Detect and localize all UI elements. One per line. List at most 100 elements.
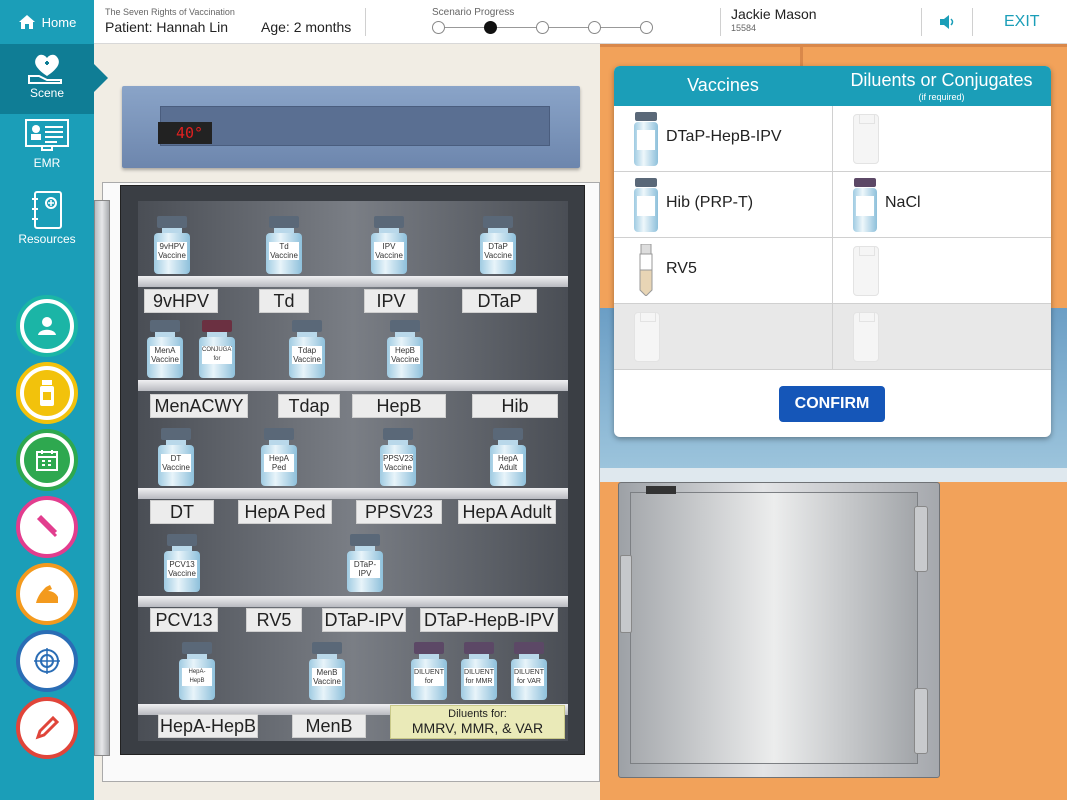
calendar-icon: [24, 437, 70, 483]
vaccine-selection-panel: Vaccines Diluents or Conjugates (if requ…: [614, 66, 1051, 437]
diluents-subheader: (if required): [918, 92, 965, 102]
shelf-label-menacwy: MenACWY: [150, 394, 248, 418]
shelf: [138, 488, 568, 499]
shelf-label-tdap: Tdap: [278, 394, 340, 418]
home-button[interactable]: Home: [0, 0, 94, 44]
vial-icon: [634, 178, 658, 232]
step-ring-schedule[interactable]: [16, 429, 78, 491]
vaccine-vial-pcv13[interactable]: PCV13 Vaccine: [163, 534, 201, 592]
divider: [365, 8, 366, 36]
divider: [720, 8, 721, 36]
exit-button[interactable]: EXIT: [1004, 13, 1040, 31]
shelf-label-ipv: IPV: [364, 289, 418, 313]
divider: [921, 8, 922, 36]
arm-icon: [24, 571, 70, 617]
shelf: [138, 380, 568, 391]
speaker-icon[interactable]: [938, 14, 956, 30]
vaccine-vial-tdap[interactable]: Tdap Vaccine: [288, 320, 326, 378]
shelf-label-ppsv23: PPSV23: [356, 500, 442, 524]
step-ring-vaccine[interactable]: [16, 362, 78, 424]
mini-fridge-hinge: [914, 506, 928, 572]
vaccine-vial-dtap-ipv[interactable]: DTaP-IPVVaccine: [346, 534, 384, 592]
shelf-label-dt: DT: [150, 500, 214, 524]
diluent-vial-var[interactable]: DILUENT for VAR: [510, 642, 548, 700]
vaccine-vial-menacwy[interactable]: MenA Vaccine: [146, 320, 184, 378]
shelf-label-hepb: HepB: [352, 394, 446, 418]
shelf-label-hib: Hib: [472, 394, 558, 418]
sidebar-item-scene[interactable]: Scene: [0, 44, 108, 114]
shelf-label-9vhpv: 9vHPV: [144, 289, 218, 313]
vaccine-vial-dtap[interactable]: DTaP Vaccine: [479, 216, 517, 274]
vaccine-vial-hepa-hepb[interactable]: HepA-HepBVaccine: [178, 642, 216, 700]
empty-vial-icon: [634, 312, 660, 362]
progress-step-current: [484, 21, 497, 34]
sidebar-item-label: EMR: [33, 156, 61, 170]
patient-age: Age: 2 months: [261, 19, 352, 35]
vaccine-vial-menb[interactable]: MenB Vaccine: [308, 642, 346, 700]
progress-label: Scenario Progress: [432, 7, 515, 18]
oral-tube-icon: [639, 244, 653, 296]
panel-header: Vaccines Diluents or Conjugates (if requ…: [614, 66, 1051, 106]
vaccine-slot-label: DTaP-HepB-IPV: [666, 128, 782, 145]
mini-fridge-door[interactable]: [630, 492, 918, 764]
shelf-label-rv5: RV5: [246, 608, 302, 632]
vaccine-vial-ipv[interactable]: IPV Vaccine: [370, 216, 408, 274]
diluent-slot-4[interactable]: [833, 304, 1051, 370]
sidebar-item-emr[interactable]: EMR: [0, 118, 94, 180]
vaccine-vial-hepa-adult[interactable]: HepA Adult: [489, 428, 527, 486]
diluent-vial-mmrv[interactable]: DILUENTfor MMRV: [410, 642, 448, 700]
vaccines-header: Vaccines: [687, 75, 759, 95]
vaccine-slot-3[interactable]: RV5: [614, 238, 832, 304]
progress-step: [640, 21, 653, 34]
step-ring-document[interactable]: [16, 697, 78, 759]
person-icon: [24, 303, 70, 349]
shelf-label-hepa-hepb: HepA-HepB: [158, 714, 258, 738]
sidebar: Home Scene EMR Resources: [0, 0, 108, 800]
counter-edge: [600, 468, 1067, 482]
sidebar-item-label: Resources: [18, 232, 76, 246]
step-ring-dose[interactable]: [16, 496, 78, 558]
confirm-button[interactable]: CONFIRM: [779, 386, 885, 422]
app-subtitle: The Seven Rights of Vaccination: [105, 7, 235, 17]
vaccine-vial-ppsv23[interactable]: PPSV23 Vaccine: [379, 428, 417, 486]
vaccine-vial-dt[interactable]: DT Vaccine: [157, 428, 195, 486]
step-ring-site[interactable]: [16, 563, 78, 625]
shelf-label-menb: MenB: [292, 714, 366, 738]
step-ring-route[interactable]: [16, 630, 78, 692]
progress-step: [536, 21, 549, 34]
diluent-slot-2[interactable]: NaCl: [833, 172, 1051, 238]
divider: [972, 8, 973, 36]
fridge-temperature-display: 40°: [158, 122, 212, 144]
vial-icon: [634, 112, 658, 166]
mini-fridge-hinge: [914, 688, 928, 754]
diluent-vial-mmr[interactable]: DILUENT for MMR: [460, 642, 498, 700]
step-ring-patient[interactable]: [16, 295, 78, 357]
home-icon: [18, 15, 35, 29]
vaccine-vial-9vhpv[interactable]: 9vHPV Vaccine: [153, 216, 191, 274]
mini-fridge-handle[interactable]: [620, 555, 632, 633]
home-label: Home: [41, 14, 77, 30]
shelf-label-hepa-ped: HepA Ped: [238, 500, 332, 524]
sidebar-item-label: Scene: [29, 86, 65, 100]
vaccine-slot-2[interactable]: Hib (PRP-T): [614, 172, 832, 238]
diluent-slot-1[interactable]: [833, 106, 1051, 172]
column-divider: [832, 106, 833, 370]
diluent-slot-3[interactable]: [833, 238, 1051, 304]
vaccine-vial-hepb[interactable]: HepB Vaccine: [386, 320, 424, 378]
fridge-door-edge: [94, 200, 110, 756]
empty-vial-icon: [853, 246, 879, 296]
vaccine-slot-label: Hib (PRP-T): [666, 194, 754, 211]
vaccine-slot-1[interactable]: DTaP-HepB-IPV: [614, 106, 832, 172]
sidebar-item-resources[interactable]: Resources: [0, 190, 94, 252]
pencil-icon: [24, 705, 70, 751]
vaccine-vial-td[interactable]: Td Vaccine: [265, 216, 303, 274]
diluents-header: Diluents or Conjugates: [850, 70, 1033, 90]
vaccine-vial-hepa-ped[interactable]: HepA PedVaccine: [260, 428, 298, 486]
vial-icon: [24, 370, 70, 416]
empty-vial-icon: [853, 114, 879, 164]
conjugate-vial-menacwy[interactable]: CONJUGATEfor MenACWY: [198, 320, 236, 378]
top-bar: The Seven Rights of Vaccination Patient:…: [94, 0, 1067, 44]
monitor-icon: [25, 119, 69, 151]
vaccine-slot-4[interactable]: [614, 304, 832, 370]
user-id: 15584: [731, 23, 757, 33]
